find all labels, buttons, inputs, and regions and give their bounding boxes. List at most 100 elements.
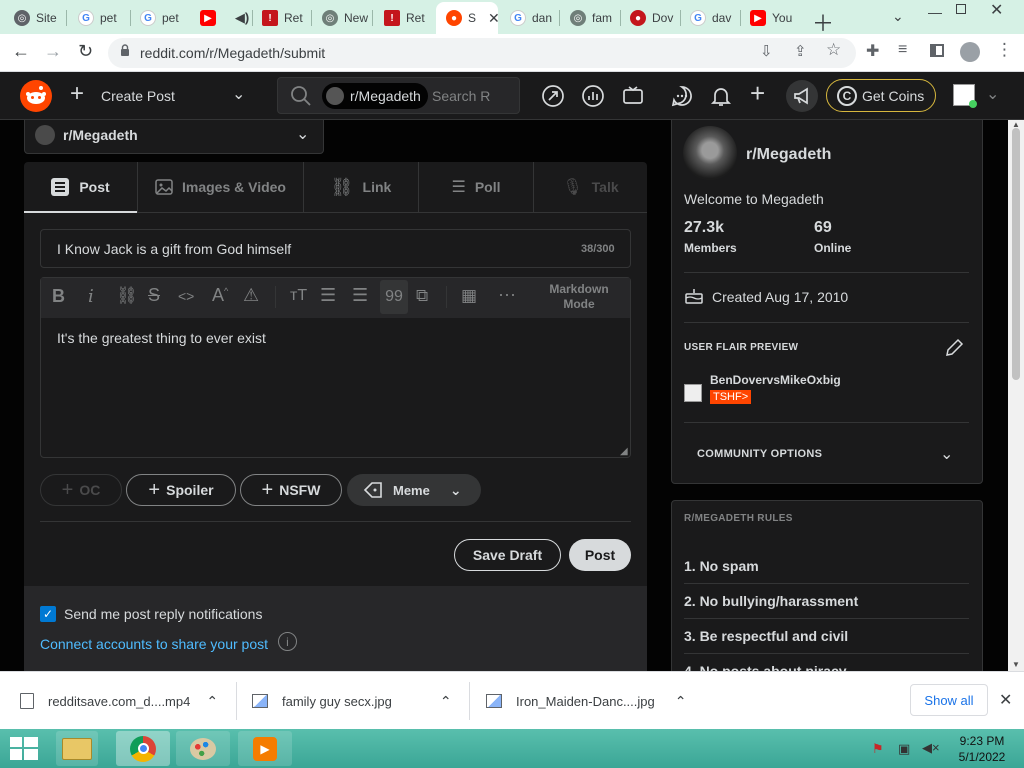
get-coins-button[interactable]: C Get Coins [826, 79, 936, 112]
strikethrough-icon[interactable]: S [148, 285, 160, 306]
restore-window-button[interactable] [956, 4, 966, 14]
volume-muted-icon[interactable]: ◀× [922, 740, 940, 756]
chrome-taskbar-icon[interactable] [116, 731, 170, 766]
sidebar-community-name[interactable]: r/Megadeth [746, 146, 831, 164]
close-window-button[interactable]: ✕ [990, 0, 1003, 20]
scroll-down-arrow-icon[interactable]: ▼ [1012, 660, 1020, 669]
flair-button[interactable]: Meme ⌄ [347, 474, 481, 506]
close-downloads-icon[interactable]: ✕ [999, 690, 1012, 710]
notifications-checkbox[interactable]: ✓ [40, 606, 56, 622]
nsfw-tag-button[interactable]: + NSFW [240, 474, 342, 506]
browser-tab[interactable]: Gpet [68, 4, 128, 32]
chevron-up-icon[interactable]: ⌃ [206, 693, 218, 710]
popular-arrow-icon[interactable] [541, 84, 565, 108]
numbered-list-icon[interactable]: ☰ [352, 285, 368, 306]
browser-tab[interactable]: ! Ret [252, 4, 310, 32]
browser-tab[interactable]: ◎ Site [4, 4, 62, 32]
download-item[interactable]: family guy secx.jpg ⌃ [252, 672, 452, 730]
media-player-icon[interactable]: ▶ [238, 731, 292, 766]
bookmark-star-icon[interactable]: ☆ [826, 40, 841, 60]
browser-tab[interactable]: ◀) [224, 4, 252, 32]
download-item[interactable]: Iron_Maiden-Danc....jpg ⌃ [486, 672, 696, 730]
rule-item[interactable]: 2. No bullying/harassment [684, 593, 858, 609]
minimize-window-button[interactable]: — [928, 4, 942, 20]
body-text[interactable]: It's the greatest thing to ever exist [57, 330, 266, 346]
community-picker[interactable]: r/Megadeth [24, 120, 324, 154]
user-menu-chevron-icon[interactable]: ⌄ [986, 84, 999, 104]
share-icon[interactable]: ⇪ [794, 42, 807, 60]
quote-block-icon[interactable]: 99 [380, 280, 408, 314]
network-icon[interactable]: ▣ [898, 741, 910, 757]
markdown-mode-button[interactable]: Markdown Mode [543, 282, 615, 312]
browser-tab[interactable]: ◎ New [312, 4, 370, 32]
create-plus-icon[interactable]: + [750, 80, 765, 106]
code-block-icon[interactable]: ⧉ [416, 286, 428, 306]
system-clock[interactable]: 9:23 PM 5/1/2022 [952, 733, 1012, 765]
url-text[interactable]: reddit.com/r/Megadeth/submit [140, 45, 325, 61]
info-icon[interactable]: i [278, 632, 297, 651]
spoiler-icon[interactable]: ⚠ [243, 285, 259, 306]
paint-icon[interactable] [176, 731, 230, 766]
browser-tab[interactable]: Gdav [680, 4, 738, 32]
browser-menu-icon[interactable]: ⋮ [996, 40, 1013, 60]
oc-tag-button[interactable]: + OC [40, 474, 122, 506]
rule-item[interactable]: 3. Be respectful and civil [684, 628, 848, 644]
tab-talk[interactable]: 🎙 Talk [533, 162, 647, 213]
back-arrow-icon[interactable]: ← [12, 41, 30, 62]
heading-icon[interactable]: тT [290, 287, 307, 305]
create-post-label[interactable]: Create Post [101, 88, 175, 104]
page-scrollbar[interactable]: ▲ ▼ [1008, 120, 1024, 671]
italic-icon[interactable]: i [88, 286, 94, 307]
browser-tab[interactable]: Gdan [500, 4, 558, 32]
rule-item[interactable]: 4. No posts about piracy [684, 663, 847, 671]
chevron-down-icon[interactable]: ⌄ [232, 84, 245, 104]
live-video-icon[interactable] [621, 84, 645, 108]
post-button[interactable]: Post [569, 539, 631, 571]
browser-tab[interactable]: ▶ [190, 4, 224, 32]
install-icon[interactable]: ⇩ [760, 42, 773, 60]
edit-pencil-icon[interactable] [944, 338, 964, 358]
chat-icon[interactable] [670, 84, 694, 108]
forward-arrow-icon[interactable]: → [44, 41, 62, 62]
table-icon[interactable]: ▦ [461, 286, 477, 306]
reddit-logo-icon[interactable] [20, 80, 52, 112]
windows-start-icon[interactable] [10, 737, 38, 761]
action-center-flag-icon[interactable]: ⚑ [872, 741, 884, 757]
rule-item[interactable]: 1. No spam [684, 558, 759, 574]
notifications-bell-icon[interactable] [709, 84, 733, 108]
save-draft-button[interactable]: Save Draft [454, 539, 561, 571]
chevron-down-icon[interactable]: ⌄ [940, 444, 953, 464]
inline-code-icon[interactable]: <> [178, 288, 194, 304]
file-explorer-icon[interactable] [56, 731, 98, 766]
tab-images-video[interactable]: Images & Video [137, 162, 303, 213]
advertise-megaphone-icon[interactable] [786, 80, 818, 112]
browser-tab[interactable]: ◎ fam [560, 4, 618, 32]
download-item[interactable]: redditsave.com_d....mp4 ⌃ [20, 672, 234, 730]
spoiler-tag-button[interactable]: + Spoiler [126, 474, 236, 506]
reload-icon[interactable]: ↻ [78, 41, 93, 62]
resize-handle-icon[interactable]: ◢ [620, 446, 628, 457]
extensions-puzzle-icon[interactable]: ✚ [866, 41, 879, 61]
show-all-downloads-button[interactable]: Show all [910, 684, 988, 716]
chevron-up-icon[interactable]: ⌃ [440, 693, 452, 710]
browser-tab-active[interactable]: ● S ✕ [436, 2, 498, 34]
profile-avatar-icon[interactable] [960, 42, 980, 62]
browser-tab[interactable]: ! Ret [374, 4, 432, 32]
link-icon[interactable]: ⛓ [116, 286, 138, 306]
scrollbar-thumb[interactable] [1012, 128, 1020, 380]
superscript-icon[interactable]: A^ [212, 285, 228, 306]
browser-tab[interactable]: ▶ You [740, 4, 800, 32]
search-community-chip[interactable]: r/Megadeth [322, 83, 428, 109]
tab-post[interactable]: Post [24, 162, 137, 213]
side-panel-icon[interactable] [930, 44, 944, 57]
bold-icon[interactable]: B [52, 286, 65, 307]
media-queue-icon[interactable]: ≡ [898, 41, 907, 59]
connect-accounts-link[interactable]: Connect accounts to share your post [40, 636, 268, 652]
browser-tab[interactable]: ● Dov [620, 4, 678, 32]
community-options-toggle[interactable]: COMMUNITY OPTIONS [697, 448, 822, 460]
browser-tab[interactable]: Gpet [130, 4, 188, 32]
tab-poll[interactable]: ☰ Poll [418, 162, 533, 213]
chevron-up-icon[interactable]: ⌃ [675, 693, 687, 710]
bulleted-list-icon[interactable]: ☰ [320, 285, 336, 306]
tab-link[interactable]: ⛓ Link [303, 162, 418, 213]
